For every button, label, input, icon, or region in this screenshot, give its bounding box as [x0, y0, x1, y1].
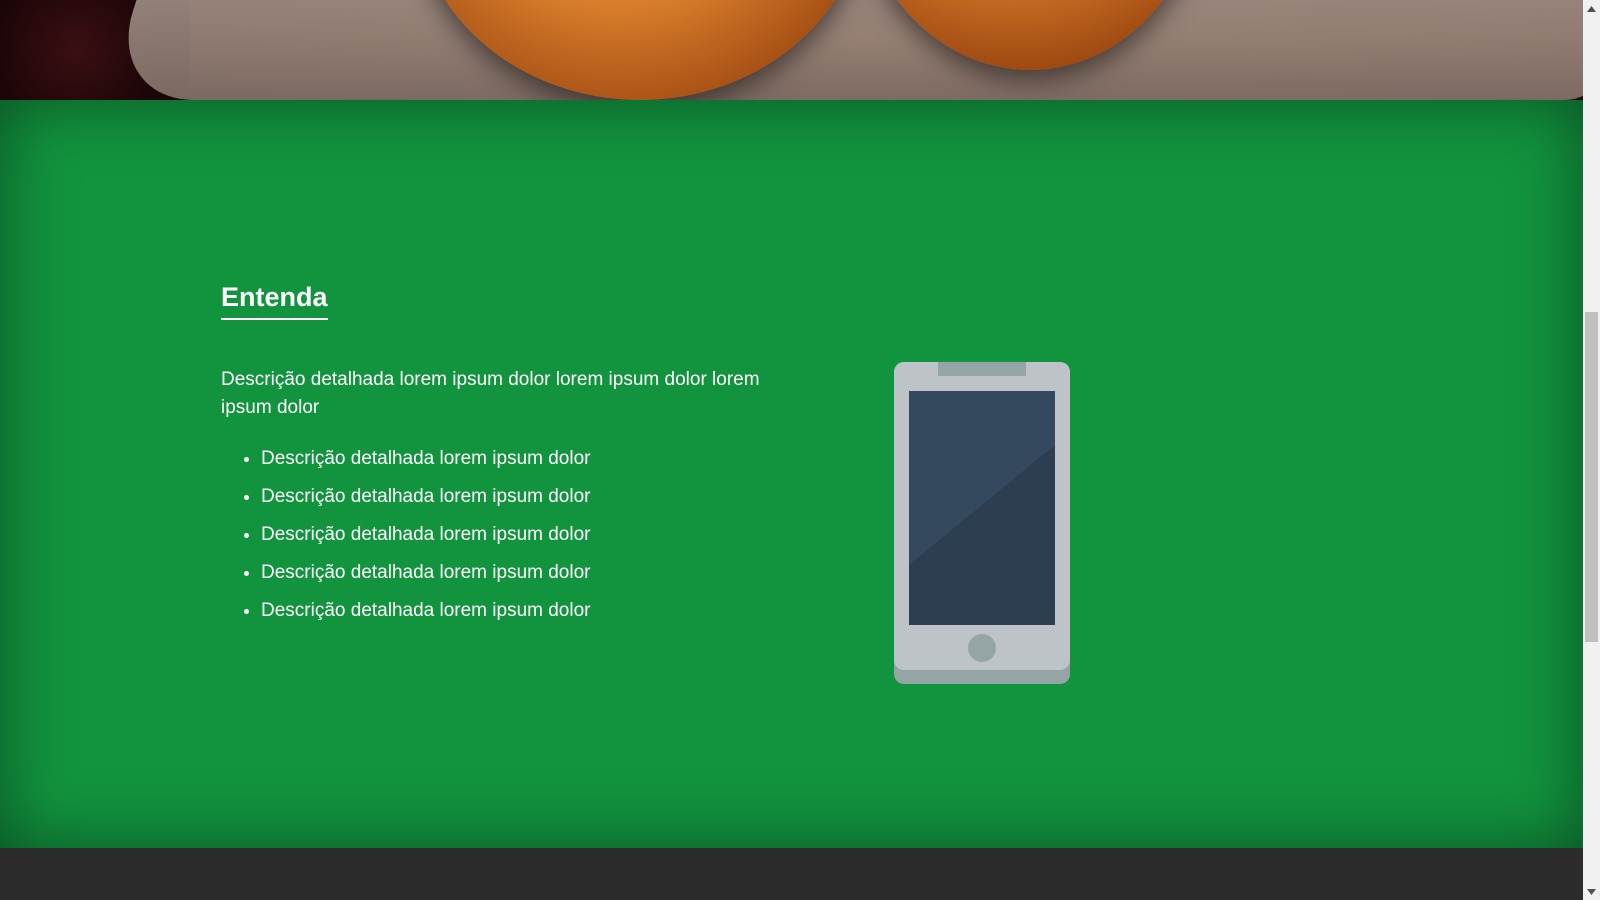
hero-food-photo — [0, 0, 1583, 100]
section-title: Entenda — [221, 280, 328, 320]
section-content: Entenda Descrição detalhada lorem ipsum … — [221, 100, 1321, 848]
scrollbar-thumb[interactable] — [1585, 312, 1598, 642]
arrow-up-icon[interactable] — [1583, 0, 1600, 17]
arrow-down-icon[interactable] — [1583, 883, 1600, 900]
list-item: Descrição detalhada lorem ipsum dolor — [261, 520, 591, 558]
feature-list: Descrição detalhada lorem ipsum dolor De… — [221, 444, 591, 634]
list-item: Descrição detalhada lorem ipsum dolor — [261, 596, 591, 634]
list-item: Descrição detalhada lorem ipsum dolor — [261, 444, 591, 482]
section-description: Descrição detalhada lorem ipsum dolor lo… — [221, 369, 760, 418]
entenda-section: Entenda Descrição detalhada lorem ipsum … — [0, 100, 1583, 848]
photo-plate — [104, 0, 1583, 100]
list-item: Descrição detalhada lorem ipsum dolor — [261, 482, 591, 520]
vertical-scrollbar[interactable] — [1583, 0, 1600, 900]
list-item: Descrição detalhada lorem ipsum dolor — [261, 558, 591, 596]
footer — [0, 848, 1583, 900]
smartphone-icon — [894, 362, 1070, 684]
page: Entenda Descrição detalhada lorem ipsum … — [0, 0, 1600, 900]
